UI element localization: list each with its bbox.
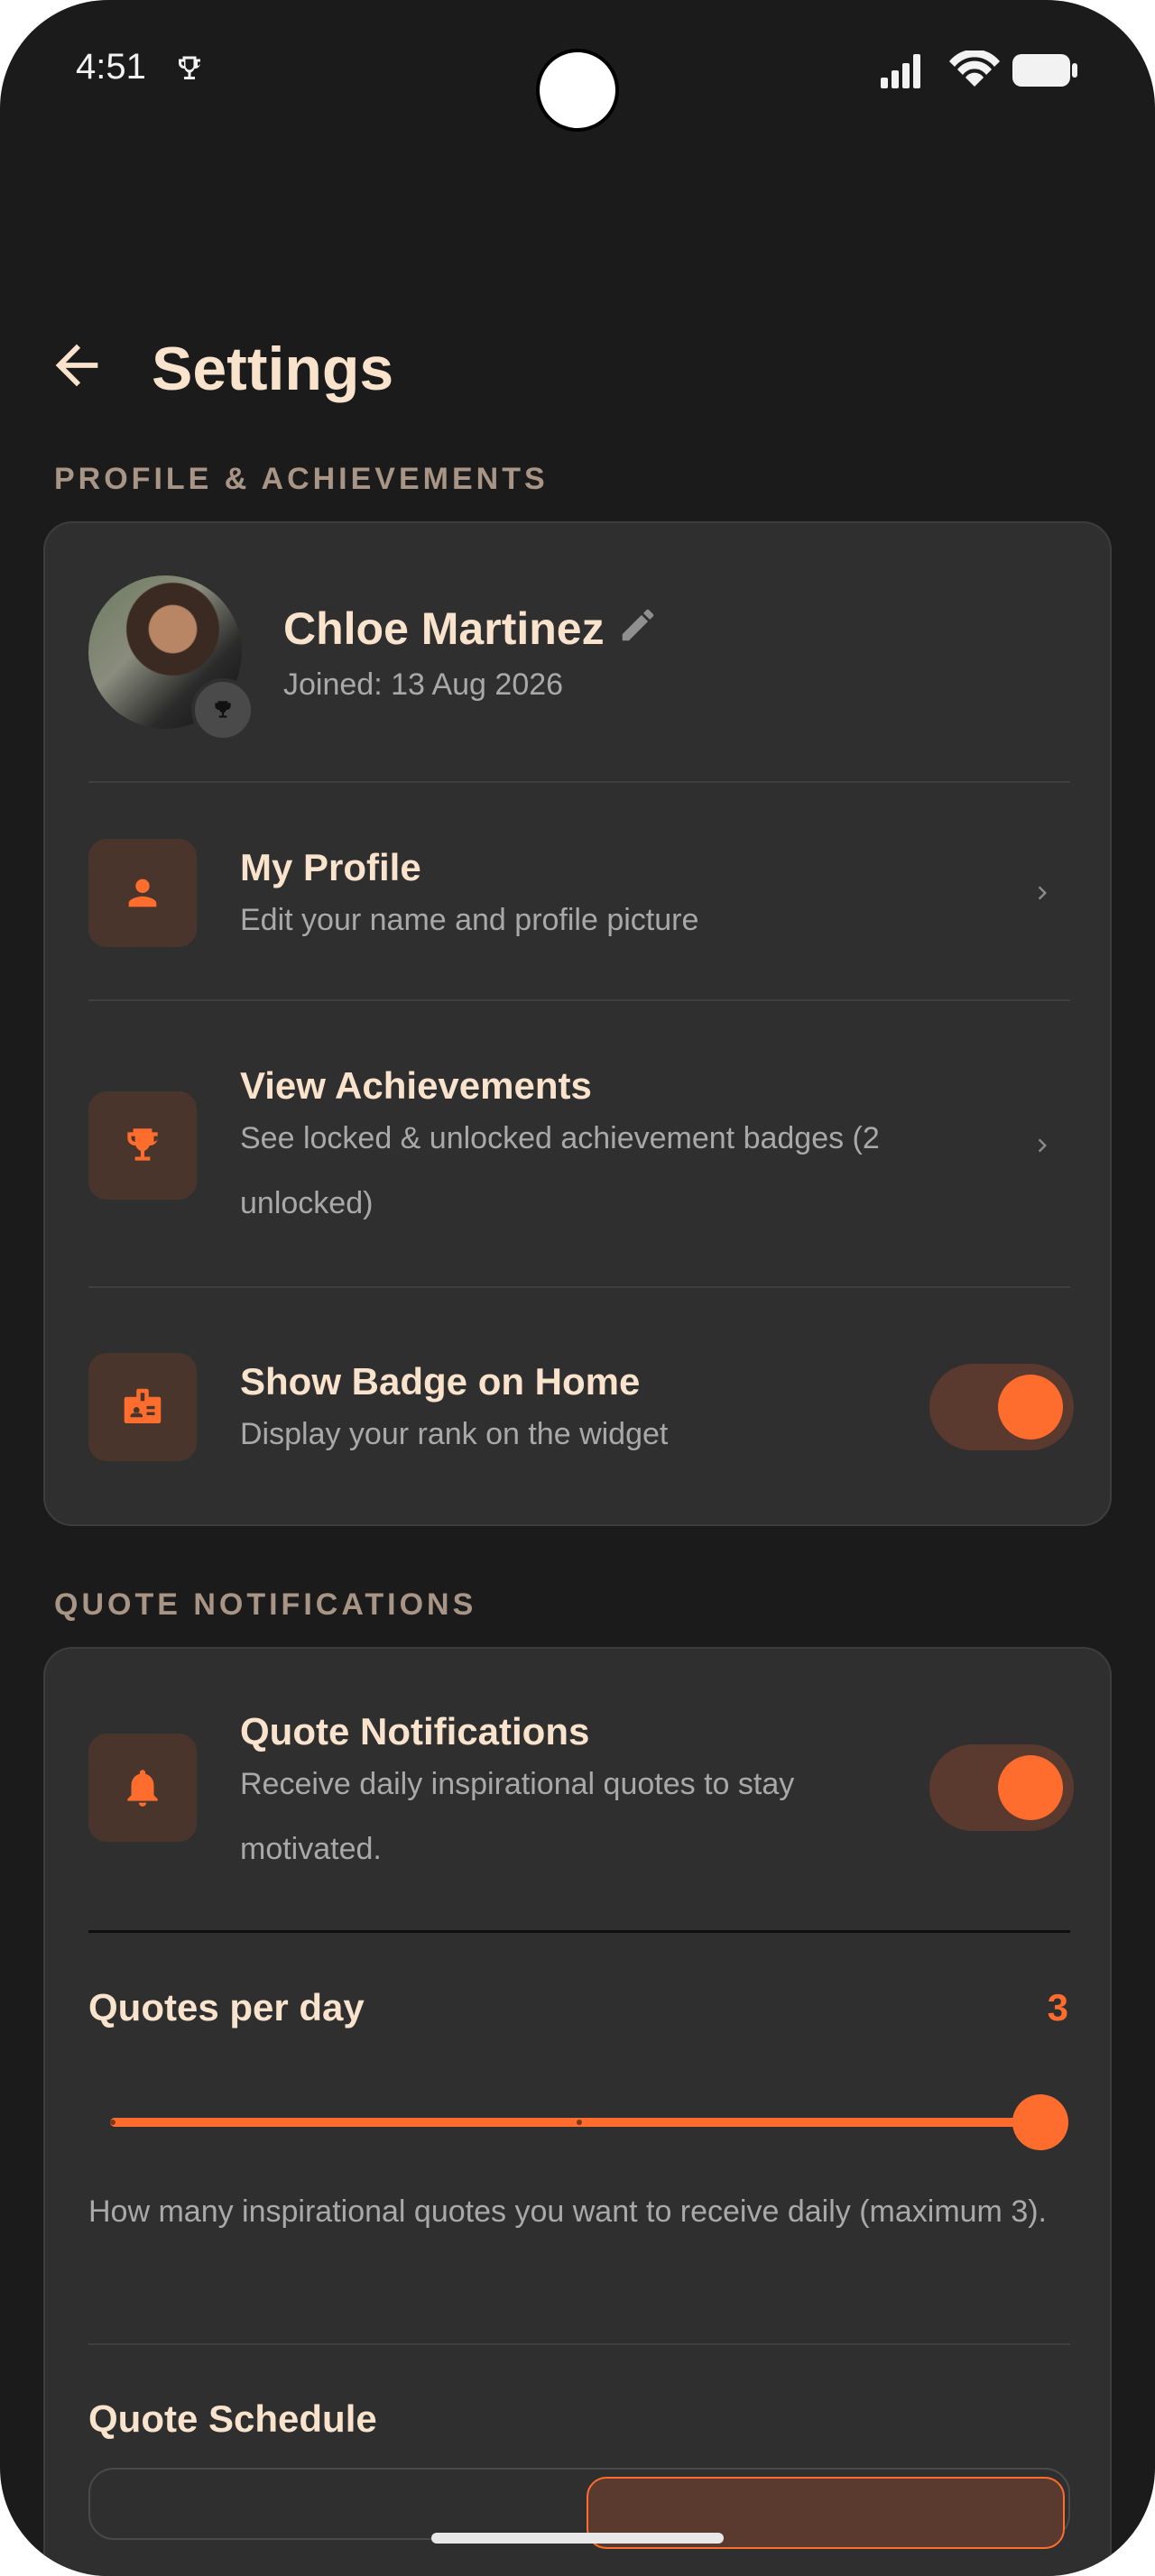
wifi-icon xyxy=(949,51,1000,87)
quote-notifications-title: Quote Notifications xyxy=(240,1710,590,1753)
show-badge-toggle[interactable] xyxy=(929,1364,1074,1450)
my-profile-subtitle: Edit your name and profile picture xyxy=(240,903,699,937)
chevron-right-icon xyxy=(1038,886,1047,900)
slider-tick xyxy=(110,2120,116,2125)
person-icon xyxy=(88,839,197,947)
slider-thumb[interactable] xyxy=(1012,2094,1068,2150)
section-label-notifications: QUOTE NOTIFICATIONS xyxy=(54,1587,477,1622)
trophy-icon xyxy=(179,56,200,79)
quote-notifications-toggle[interactable] xyxy=(929,1744,1074,1831)
toggle-knob xyxy=(998,1375,1063,1440)
profile-name: Chloe Martinez xyxy=(283,603,605,654)
status-bar: 4:51 xyxy=(0,0,1155,144)
rank-badge xyxy=(191,678,254,741)
phone-screen: 4:51 Settings PROFILE & ACHIEVEMENTS Chl… xyxy=(0,0,1155,2576)
divider xyxy=(88,781,1070,783)
quote-notifications-subtitle: Receive daily inspirational quotes to st… xyxy=(240,1767,795,1866)
camera-cutout xyxy=(536,49,619,132)
chevron-right-icon xyxy=(1038,1138,1047,1153)
app-header: Settings xyxy=(0,325,1155,415)
system-status-icons xyxy=(881,51,1077,88)
slider-tick xyxy=(577,2120,582,2125)
schedule-segmented-control[interactable] xyxy=(88,2468,1070,2549)
quotes-per-day-help: How many inspirational quotes you want t… xyxy=(88,2194,1048,2229)
status-time: 4:51 xyxy=(76,47,146,87)
trophy-icon xyxy=(215,701,231,718)
show-badge-subtitle: Display your rank on the widget xyxy=(240,1417,669,1451)
toggle-knob xyxy=(998,1755,1063,1820)
quotes-per-day-label: Quotes per day xyxy=(88,1986,365,2029)
show-badge-title: Show Badge on Home xyxy=(240,1360,641,1403)
badge-icon xyxy=(88,1353,197,1461)
battery-icon xyxy=(1012,54,1077,87)
bell-icon xyxy=(88,1734,197,1842)
signal-icon xyxy=(881,54,920,88)
page-title: Settings xyxy=(152,335,394,403)
my-profile-title: My Profile xyxy=(240,846,421,888)
trophy-icon xyxy=(88,1091,197,1200)
home-indicator[interactable] xyxy=(431,2533,724,2544)
divider xyxy=(88,999,1070,1001)
divider xyxy=(88,1286,1070,1288)
profile-card: Chloe Martinez Joined: 13 Aug 2026 My Pr… xyxy=(43,521,1112,1526)
section-label-profile: PROFILE & ACHIEVEMENTS xyxy=(54,462,549,496)
divider xyxy=(88,2343,1070,2345)
achievements-subtitle: See locked & unlocked achievement badges… xyxy=(240,1121,880,1220)
edit-pencil-icon[interactable] xyxy=(617,604,659,646)
back-arrow-icon[interactable] xyxy=(45,334,108,397)
achievements-title: View Achievements xyxy=(240,1064,592,1107)
notifications-card: Quote Notifications Receive daily inspir… xyxy=(43,1647,1112,2576)
joined-date: Joined: 13 Aug 2026 xyxy=(283,667,564,702)
quote-schedule-title: Quote Schedule xyxy=(88,2397,377,2440)
quotes-per-day-value: 3 xyxy=(1047,1986,1068,2029)
divider xyxy=(88,1930,1070,1933)
